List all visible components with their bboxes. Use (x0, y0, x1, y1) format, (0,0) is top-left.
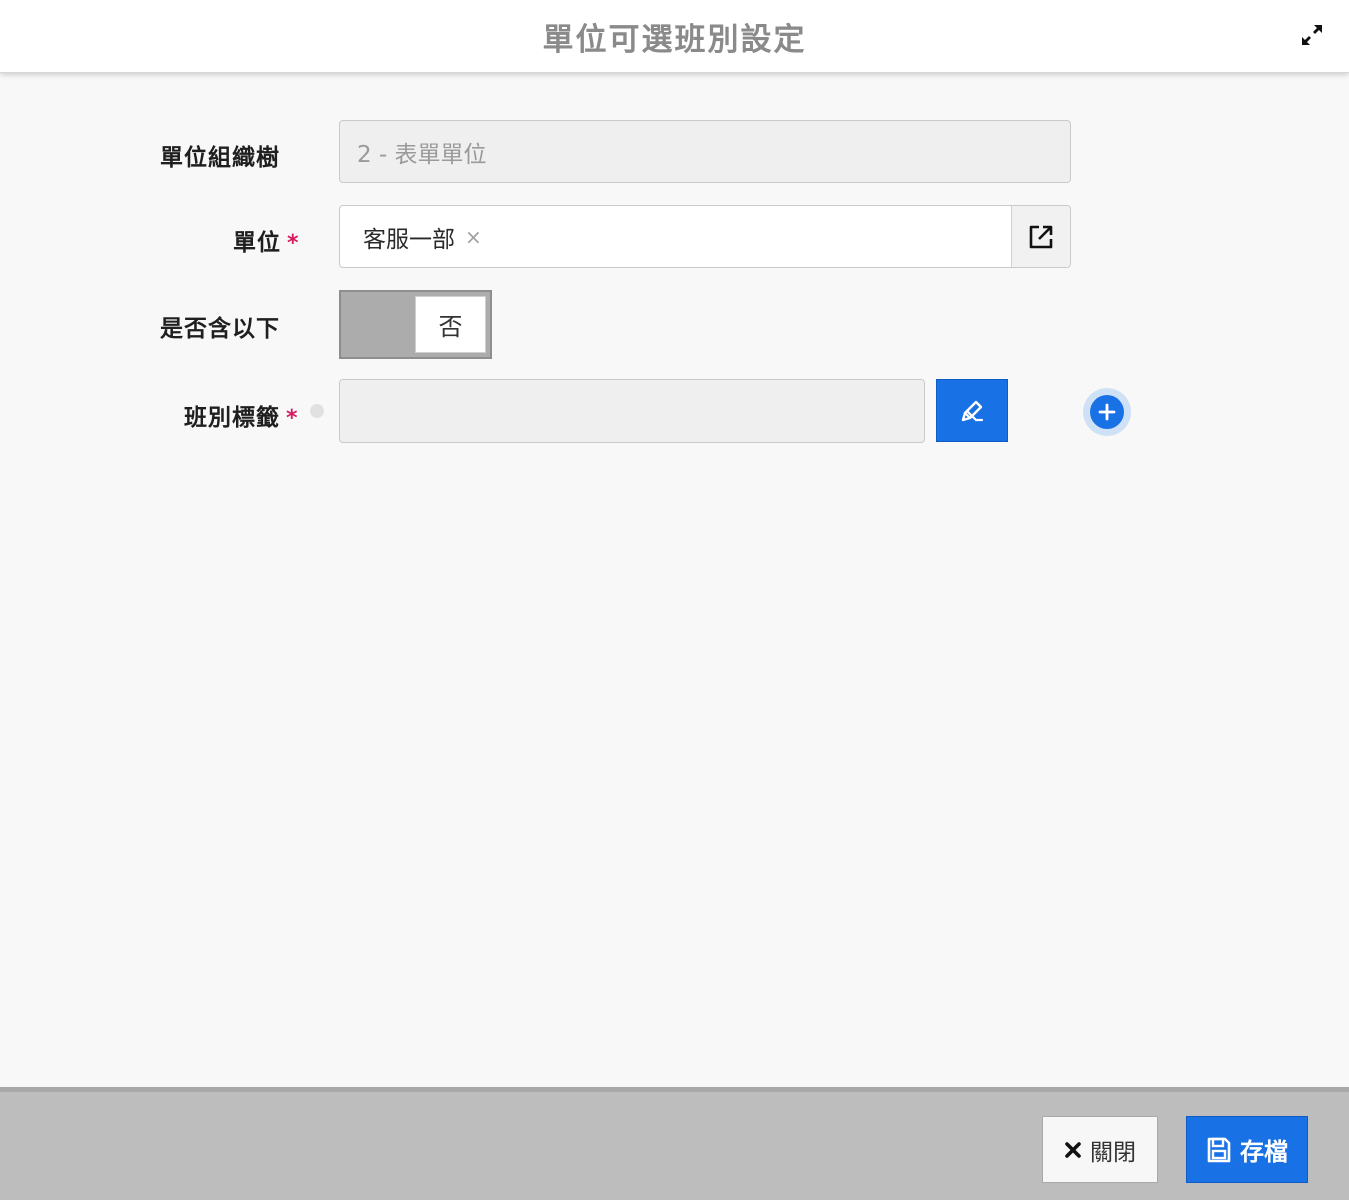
close-x-icon (1064, 1141, 1082, 1159)
dialog-header: 單位可選班別設定 (0, 0, 1349, 73)
unit-chip: 客服一部 × (363, 220, 482, 254)
required-mark: * (287, 231, 300, 256)
shift-tag-label: 班別標籤 * (184, 405, 299, 431)
save-button-label: 存檔 (1240, 1138, 1288, 1166)
expand-arrows-icon (1302, 25, 1322, 45)
hint-dot-icon (310, 404, 324, 418)
org-tree-label: 單位組織樹 (160, 145, 280, 171)
expand-button[interactable] (1296, 20, 1328, 50)
external-link-icon (1029, 225, 1053, 248)
include-sub-label: 是否含以下 (160, 316, 280, 342)
close-button[interactable]: 關閉 (1042, 1116, 1158, 1183)
chip-remove-icon[interactable]: × (465, 225, 482, 249)
floppy-disk-icon (1206, 1136, 1232, 1164)
toggle-value: 否 (438, 313, 463, 341)
shift-tag-edit-button[interactable] (936, 379, 1008, 442)
dialog-footer: 關閉 存檔 (0, 1087, 1349, 1200)
dialog-title: 單位可選班別設定 (542, 22, 807, 58)
unit-select[interactable]: 客服一部 × (339, 205, 1071, 268)
toggle-knob: 否 (415, 296, 486, 353)
unit-chip-label: 客服一部 (363, 226, 455, 253)
unit-label: 單位 * (233, 230, 300, 256)
save-button[interactable]: 存檔 (1186, 1116, 1308, 1183)
unit-open-button[interactable] (1011, 206, 1070, 267)
org-tree-field: 2 - 表單單位 (339, 120, 1071, 183)
required-mark: * (286, 406, 299, 431)
shift-tag-field[interactable] (339, 379, 925, 443)
include-sub-toggle[interactable]: 否 (339, 290, 492, 359)
pencil-icon (961, 400, 984, 421)
close-button-label: 關閉 (1090, 1139, 1136, 1166)
shift-tag-add-button[interactable] (1083, 388, 1131, 436)
org-tree-value: 2 - 表單單位 (357, 141, 487, 168)
plus-circle-icon (1098, 403, 1116, 421)
